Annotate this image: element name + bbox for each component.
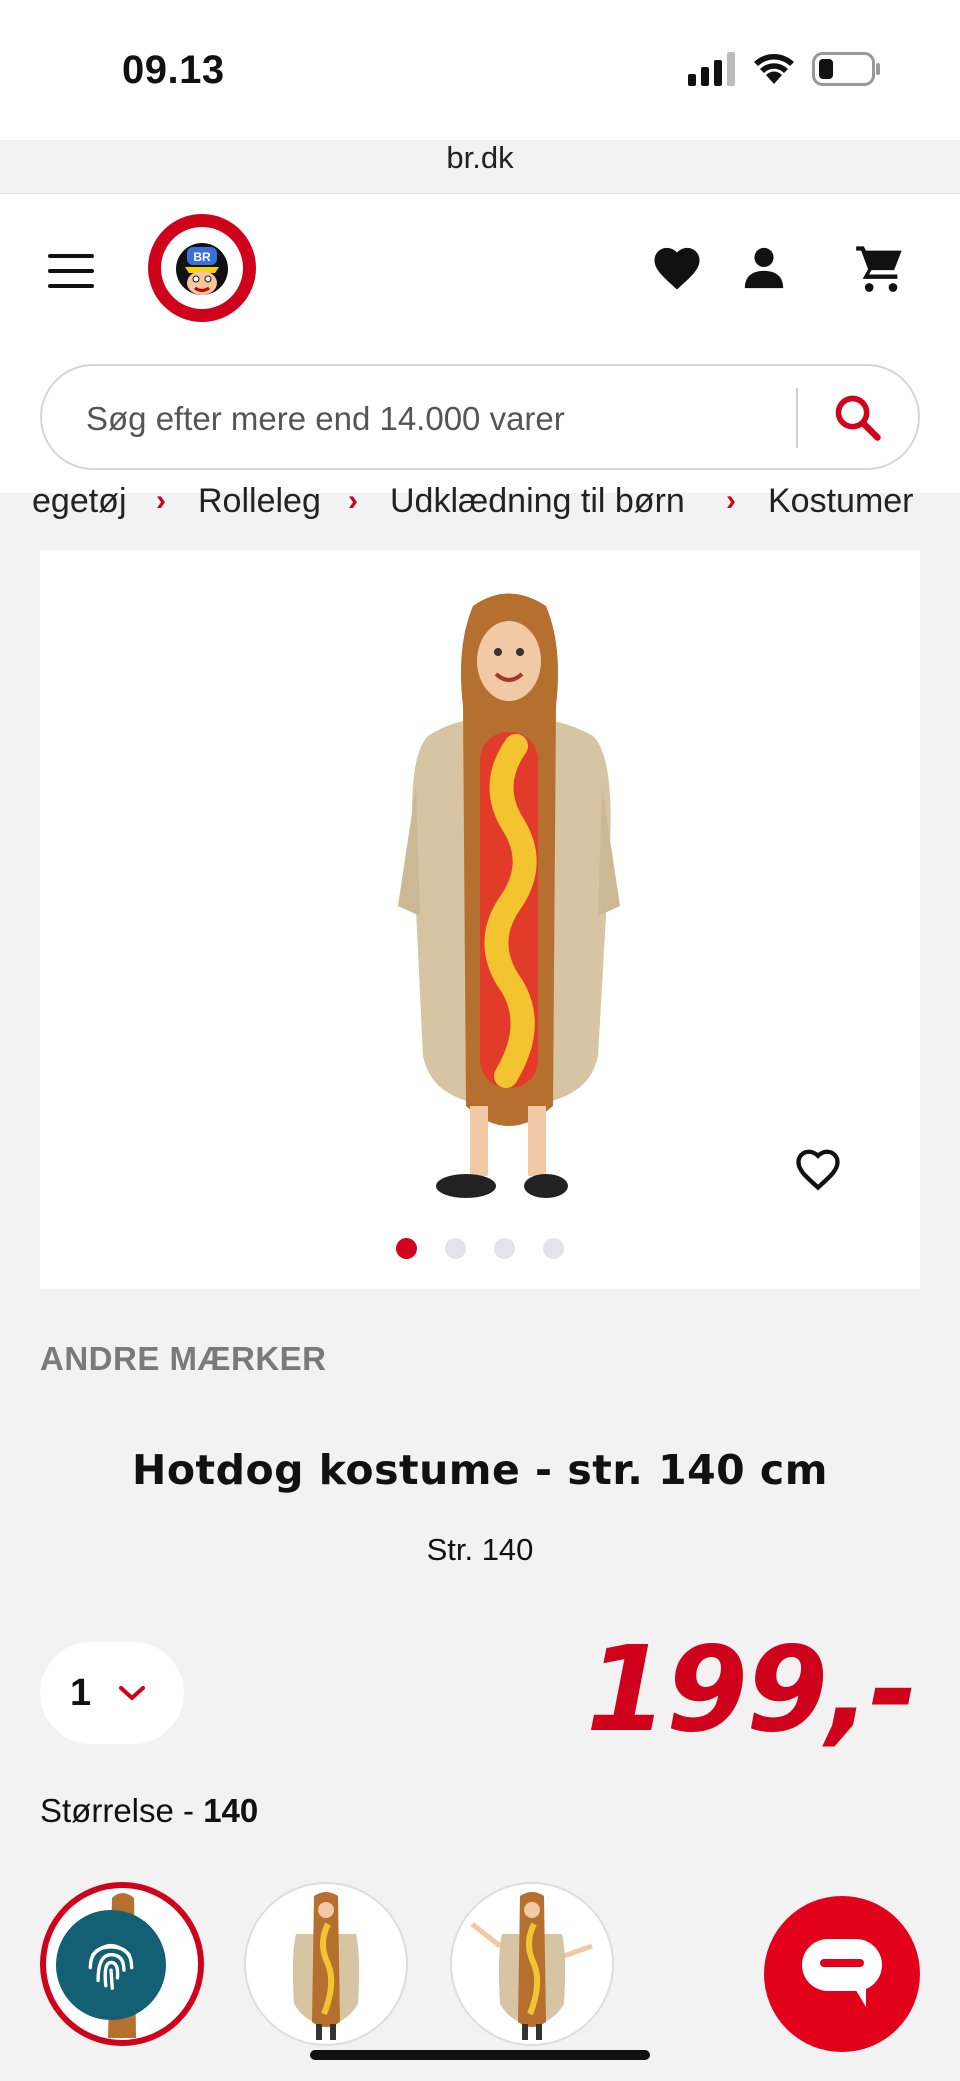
breadcrumb-item[interactable]: Rolleleg (198, 482, 321, 521)
breadcrumb-item[interactable]: egetøj (32, 482, 127, 521)
svg-text:BR: BR (193, 250, 211, 264)
search-input[interactable]: Søg efter mere end 14.000 varer (86, 400, 565, 438)
chevron-right-icon: › (156, 484, 166, 517)
breadcrumb-item[interactable]: Udklædning til børn (390, 482, 685, 521)
product-title: Hotdog kostume - str. 140 cm (132, 1446, 828, 1494)
product-subtitle: Str. 140 (426, 1532, 534, 1567)
size-value: 140 (203, 1792, 259, 1829)
product-image-gallery[interactable] (40, 550, 920, 1289)
menu-icon[interactable] (48, 254, 94, 288)
fingerprint-icon[interactable] (56, 1910, 166, 2020)
heart-icon[interactable] (650, 242, 704, 292)
signal-icon (688, 52, 735, 86)
search-divider (796, 388, 798, 448)
chevron-right-icon: › (348, 484, 358, 517)
pagination-dot[interactable] (396, 1238, 417, 1259)
thumbnail-image (470, 1892, 593, 2040)
breadcrumb: egetøj › Rolleleg › Udklædning til børn … (0, 482, 960, 522)
breadcrumb-item[interactable]: Kostumer (768, 482, 914, 521)
product-brand[interactable]: ANDRE MÆRKER (40, 1340, 327, 1378)
br-logo[interactable]: BR (148, 214, 256, 322)
user-icon[interactable] (740, 244, 788, 290)
browser-url[interactable]: br.dk (0, 140, 960, 176)
size-label: Størrelse - (40, 1792, 204, 1829)
thumbnail-image (292, 1892, 360, 2040)
chat-button[interactable] (764, 1896, 920, 2052)
pagination-dot[interactable] (494, 1238, 515, 1259)
quantity-value: 1 (70, 1671, 92, 1714)
quantity-select[interactable]: 1 (40, 1642, 184, 1744)
br-mascot-icon: BR (176, 243, 228, 295)
status-bar: 09.13 br.dk (0, 0, 960, 175)
favorite-outline-icon[interactable] (792, 1144, 844, 1192)
chevron-down-icon (119, 1686, 146, 1700)
battery-icon (812, 52, 880, 86)
chevron-right-icon: › (726, 484, 736, 517)
product-thumbnail[interactable] (244, 1882, 408, 2046)
home-indicator (310, 2050, 650, 2060)
hotdog-costume-image (398, 593, 620, 1198)
search-bar[interactable]: Søg efter mere end 14.000 varer (40, 364, 920, 470)
site-header: BR Søg efter mere end 14.000 varer (0, 193, 960, 493)
status-time: 09.13 (122, 48, 225, 92)
image-pagination (40, 1238, 920, 1259)
pagination-dot[interactable] (445, 1238, 466, 1259)
product-thumbnail[interactable] (450, 1882, 614, 2046)
wifi-icon (754, 54, 794, 84)
cart-icon[interactable] (852, 242, 908, 294)
search-icon[interactable] (832, 392, 884, 444)
product-price: 199,- (585, 1620, 918, 1758)
pagination-dot[interactable] (543, 1238, 564, 1259)
size-selection: Størrelse - 140 (40, 1792, 258, 1830)
chat-icon (802, 1939, 882, 2007)
fingerprint-glyph (88, 1943, 134, 1990)
